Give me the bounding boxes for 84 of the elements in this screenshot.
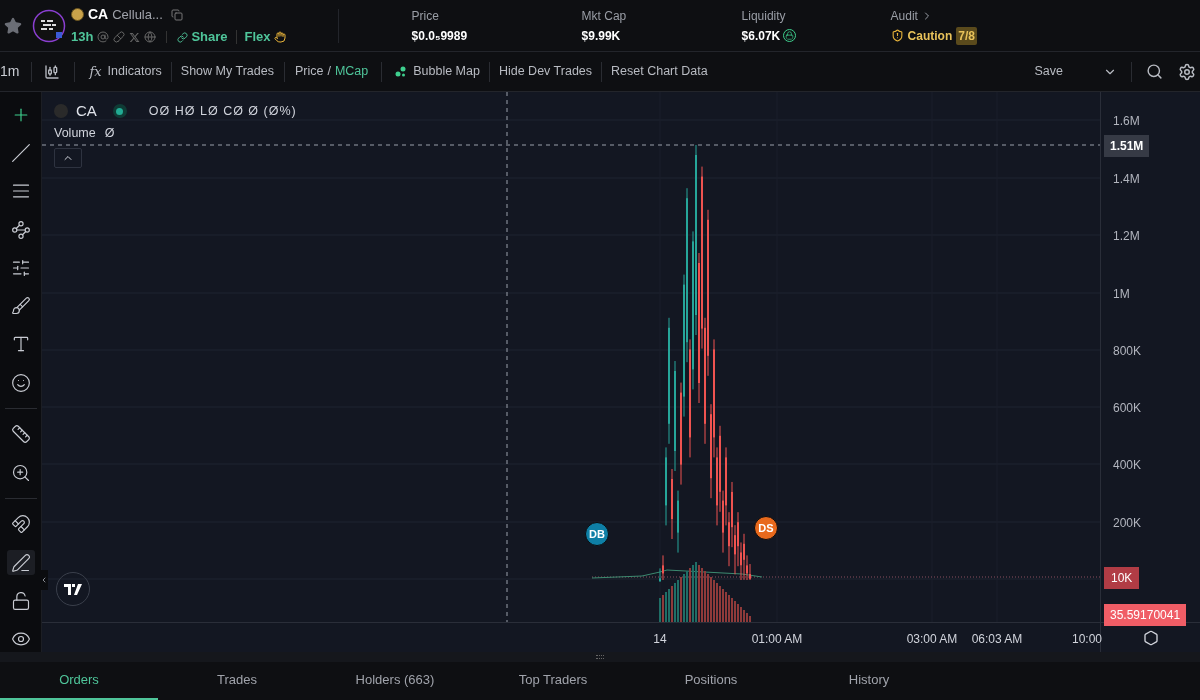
candlestick-icon[interactable]: [44, 63, 61, 80]
brush-icon: [10, 296, 31, 317]
y-axis-label: 800K: [1113, 343, 1142, 360]
y-axis-label: 1M: [1113, 286, 1130, 303]
x-axis-label: 06:03 AM: [971, 631, 1023, 648]
ruler-icon: [10, 424, 31, 445]
bottom-tab[interactable]: Orders: [0, 662, 158, 700]
hexagon-settings-icon[interactable]: [1142, 629, 1159, 646]
collapse-button[interactable]: [54, 148, 82, 168]
trend-line-icon: [10, 143, 31, 164]
settings-icon[interactable]: [1178, 62, 1196, 81]
link-icon: [177, 31, 189, 43]
share-button[interactable]: Share: [177, 27, 228, 47]
volume-label: Volume: [54, 125, 96, 142]
audit-status: Caution: [907, 27, 953, 45]
y-axis-label: 400K: [1113, 457, 1142, 474]
magnet-icon: [10, 514, 31, 535]
sidebar-toggle-button[interactable]: [40, 570, 48, 590]
pill-icon[interactable]: [113, 31, 126, 43]
stat-value: $0.0₅9989: [411, 27, 468, 45]
favorite-star-icon[interactable]: [4, 16, 22, 35]
zoom-in-icon: [10, 462, 31, 483]
copy-icon[interactable]: [170, 8, 183, 21]
crosshair-price-label: 1.51M: [1104, 135, 1150, 157]
last-value-label: 10K: [1104, 567, 1140, 589]
bottom-tab[interactable]: Trades: [158, 662, 316, 700]
flex-button[interactable]: Flex: [244, 27, 286, 47]
hide-dev-trades-button[interactable]: Hide Dev Trades: [498, 62, 593, 81]
toggle-separator: /: [327, 63, 331, 81]
volume-value-label: 35.59170041: [1104, 604, 1187, 626]
audit-label: Audit: [890, 7, 918, 25]
x-axis-label: 01:00 AM: [751, 631, 803, 648]
token-symbol: CA: [88, 5, 109, 25]
token-logo-icon: [32, 8, 66, 43]
legend-symbol: CA: [76, 101, 97, 121]
pencil-icon: [10, 552, 31, 573]
reset-chart-button[interactable]: Reset Chart Data: [611, 62, 708, 81]
hand-icon: [273, 31, 286, 43]
shield-alert-icon: [890, 29, 904, 42]
resize-handle-icon[interactable]: [596, 655, 604, 659]
live-status-icon: [112, 104, 127, 119]
pattern-icon: [10, 219, 31, 240]
x-axis-label: 14: [653, 631, 667, 648]
price-mode-toggle[interactable]: Price: [294, 62, 324, 81]
at-sign-icon[interactable]: [97, 31, 110, 43]
bottom-tab[interactable]: History: [790, 662, 948, 700]
indicators-button[interactable]: fx Indicators: [89, 61, 162, 82]
globe-icon[interactable]: [144, 31, 157, 43]
price-mode-toggle[interactable]: MCap: [334, 62, 369, 81]
drawing-tool-button[interactable]: [6, 549, 35, 576]
bubbles-icon: [395, 66, 407, 77]
bottom-tab[interactable]: Holders (663): [316, 662, 474, 700]
save-button[interactable]: Save: [1034, 62, 1063, 81]
x-axis-label: 10:00: [1072, 631, 1102, 648]
bottom-tab[interactable]: Positions: [632, 662, 790, 700]
unlock-icon: [10, 590, 31, 611]
function-icon: fx: [89, 61, 102, 82]
stat-label: Price: [411, 7, 439, 25]
smiley-icon: [10, 372, 31, 393]
bubble-map-button[interactable]: Bubble Map: [395, 62, 480, 81]
x-logo-icon[interactable]: [129, 31, 141, 43]
stat-label: Liquidity: [741, 7, 786, 25]
token-name: Cellula...: [112, 6, 163, 24]
y-axis-label: 1.2M: [1113, 228, 1140, 245]
y-axis-label: 1.6M: [1113, 113, 1140, 130]
y-axis-label: 200K: [1113, 515, 1142, 532]
sliders-icon: [10, 257, 31, 278]
chevron-left-icon: [40, 575, 48, 585]
volume-reading: Ø: [104, 125, 115, 142]
bottom-tab[interactable]: Top Traders: [474, 662, 632, 700]
interval-button[interactable]: 1m: [0, 61, 20, 82]
stat-label: Mkt Cap: [581, 7, 627, 25]
search-icon[interactable]: [1146, 63, 1163, 80]
y-axis-label: 1.4M: [1113, 171, 1140, 188]
token-age: 13h: [71, 28, 94, 47]
y-axis-label: 600K: [1113, 400, 1142, 417]
trade-marker[interactable]: DB: [585, 522, 609, 546]
show-my-trades-button[interactable]: Show My Trades: [180, 62, 274, 81]
token-badge-icon: [71, 8, 84, 22]
stat-value: $6.07K: [741, 27, 781, 45]
audit-score: 7/8: [956, 26, 977, 45]
x-axis-label: 03:00 AM: [906, 631, 958, 648]
stat-value: $9.99K: [581, 27, 621, 45]
ohlc-readout: OØ HØ LØ CØ Ø (Ø%): [148, 102, 297, 120]
